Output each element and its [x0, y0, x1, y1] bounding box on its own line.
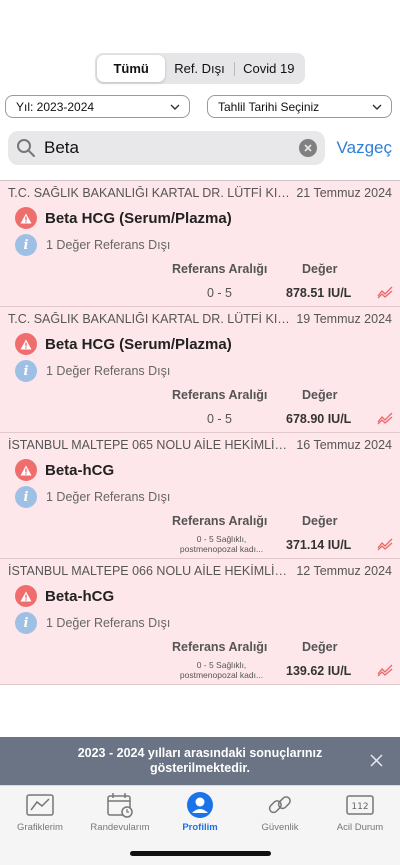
value-header: Değer	[302, 262, 338, 276]
reference-range-header: Referans Aralığı	[172, 262, 268, 276]
institution-name: İSTANBUL MALTEPE 065 NOLU AİLE HEKİMLİĞİ…	[8, 438, 290, 452]
result-date: 16 Temmuz 2024	[296, 438, 392, 452]
test-name: Beta-hCG	[45, 461, 115, 479]
cancel-button[interactable]: Vazgeç	[337, 138, 392, 158]
chevron-down-icon	[170, 104, 180, 110]
out-of-range-count: 1 Değer Referans Dışı	[46, 364, 171, 378]
reference-range-header: Referans Aralığı	[172, 514, 268, 528]
tab-label: Acil Durum	[336, 822, 384, 833]
info-icon: i	[15, 360, 37, 382]
trend-chart-icon[interactable]	[377, 285, 393, 299]
out-of-range-count: 1 Değer Referans Dışı	[46, 616, 171, 630]
institution-name: T.C. SAĞLIK BAKANLIĞI KARTAL DR. LÜTFİ K…	[8, 186, 290, 200]
calendar-icon	[107, 793, 133, 818]
year-dropdown[interactable]: Yıl: 2023-2024	[5, 95, 190, 118]
tab-label: Güvenlik	[261, 822, 299, 833]
out-of-range-count: 1 Değer Referans Dışı	[46, 490, 171, 504]
institution-name: İSTANBUL MALTEPE 066 NOLU AİLE HEKİMLİĞİ…	[8, 564, 290, 578]
result-date: 12 Temmuz 2024	[296, 564, 392, 578]
result-value: 878.51 IU/L	[286, 286, 352, 300]
close-icon[interactable]	[370, 754, 383, 767]
date-dropdown[interactable]: Tahlil Tarihi Seçiniz	[207, 95, 392, 118]
profile-icon	[187, 792, 213, 818]
result-date: 21 Temmuz 2024	[296, 186, 392, 200]
search-icon	[17, 139, 35, 157]
segment-all[interactable]: Tümü	[97, 55, 166, 82]
date-dropdown-label: Tahlil Tarihi Seçiniz	[218, 99, 320, 114]
test-name: Beta HCG (Serum/Plazma)	[45, 209, 232, 227]
tab-label: Randevularım	[90, 822, 150, 833]
segment-covid[interactable]: Covid 19	[235, 55, 303, 82]
link-icon	[268, 796, 291, 814]
tab-emergency[interactable]: 112 Acil Durum	[320, 786, 400, 865]
result-value: 139.62 IU/L	[286, 664, 352, 678]
svg-text:112: 112	[351, 802, 368, 812]
toast-message: 2023 - 2024 yılları arasındaki sonuçları…	[77, 746, 323, 775]
result-card[interactable]: İSTANBUL MALTEPE 066 NOLU AİLE HEKİMLİĞİ…	[0, 559, 400, 685]
warning-icon	[15, 333, 37, 355]
out-of-range-count: 1 Değer Referans Dışı	[46, 238, 171, 252]
emergency-phone-icon: 112	[346, 795, 374, 815]
result-card[interactable]: T.C. SAĞLIK BAKANLIĞI KARTAL DR. LÜTFİ K…	[0, 181, 400, 307]
search-row: Beta Vazgeç	[8, 131, 392, 165]
value-header: Değer	[302, 514, 338, 528]
trend-chart-icon[interactable]	[377, 663, 393, 677]
info-icon: i	[15, 612, 37, 634]
reference-range-value: 0 - 5	[207, 286, 233, 300]
segmented-control: Tümü Ref. Dışı Covid 19	[95, 53, 305, 84]
result-date: 19 Temmuz 2024	[296, 312, 392, 326]
result-value: 371.14 IU/L	[286, 538, 352, 552]
result-card[interactable]: İSTANBUL MALTEPE 065 NOLU AİLE HEKİMLİĞİ…	[0, 433, 400, 559]
filter-row: Yıl: 2023-2024 Tahlil Tarihi Seçiniz	[5, 95, 392, 118]
warning-icon	[15, 585, 37, 607]
reference-range-value: 0 - 5 Sağlıklı, postmenopozal kadı...	[179, 660, 264, 680]
chevron-down-icon	[372, 104, 382, 110]
tab-label: Grafiklerim	[17, 822, 63, 833]
result-card[interactable]: T.C. SAĞLIK BAKANLIĞI KARTAL DR. LÜTFİ K…	[0, 307, 400, 433]
chart-icon	[26, 794, 54, 816]
search-input[interactable]: Beta	[8, 131, 325, 165]
reference-range-value: 0 - 5 Sağlıklı, postmenopozal kadı...	[179, 534, 264, 554]
segment-out-of-range[interactable]: Ref. Dışı	[165, 55, 233, 82]
clear-search-icon[interactable]	[298, 139, 317, 157]
value-header: Değer	[302, 640, 338, 654]
info-toast: 2023 - 2024 yılları arasındaki sonuçları…	[0, 737, 400, 785]
value-header: Değer	[302, 388, 338, 402]
test-name: Beta-hCG	[45, 587, 115, 605]
test-name: Beta HCG (Serum/Plazma)	[45, 335, 232, 353]
trend-chart-icon[interactable]	[377, 411, 393, 425]
warning-icon	[15, 207, 37, 229]
tab-label: Profilim	[182, 822, 218, 833]
info-icon: i	[15, 486, 37, 508]
warning-icon	[15, 459, 37, 481]
reference-range-header: Referans Aralığı	[172, 388, 268, 402]
info-icon: i	[15, 234, 37, 256]
result-value: 678.90 IU/L	[286, 412, 352, 426]
reference-range-value: 0 - 5	[207, 412, 233, 426]
tab-charts[interactable]: Grafiklerim	[0, 786, 80, 865]
trend-chart-icon[interactable]	[377, 537, 393, 551]
institution-name: T.C. SAĞLIK BAKANLIĞI KARTAL DR. LÜTFİ K…	[8, 312, 290, 326]
results-list: T.C. SAĞLIK BAKANLIĞI KARTAL DR. LÜTFİ K…	[0, 180, 400, 685]
home-indicator	[130, 851, 271, 856]
year-dropdown-label: Yıl: 2023-2024	[16, 99, 95, 114]
search-value: Beta	[44, 138, 79, 157]
reference-range-header: Referans Aralığı	[172, 640, 268, 654]
